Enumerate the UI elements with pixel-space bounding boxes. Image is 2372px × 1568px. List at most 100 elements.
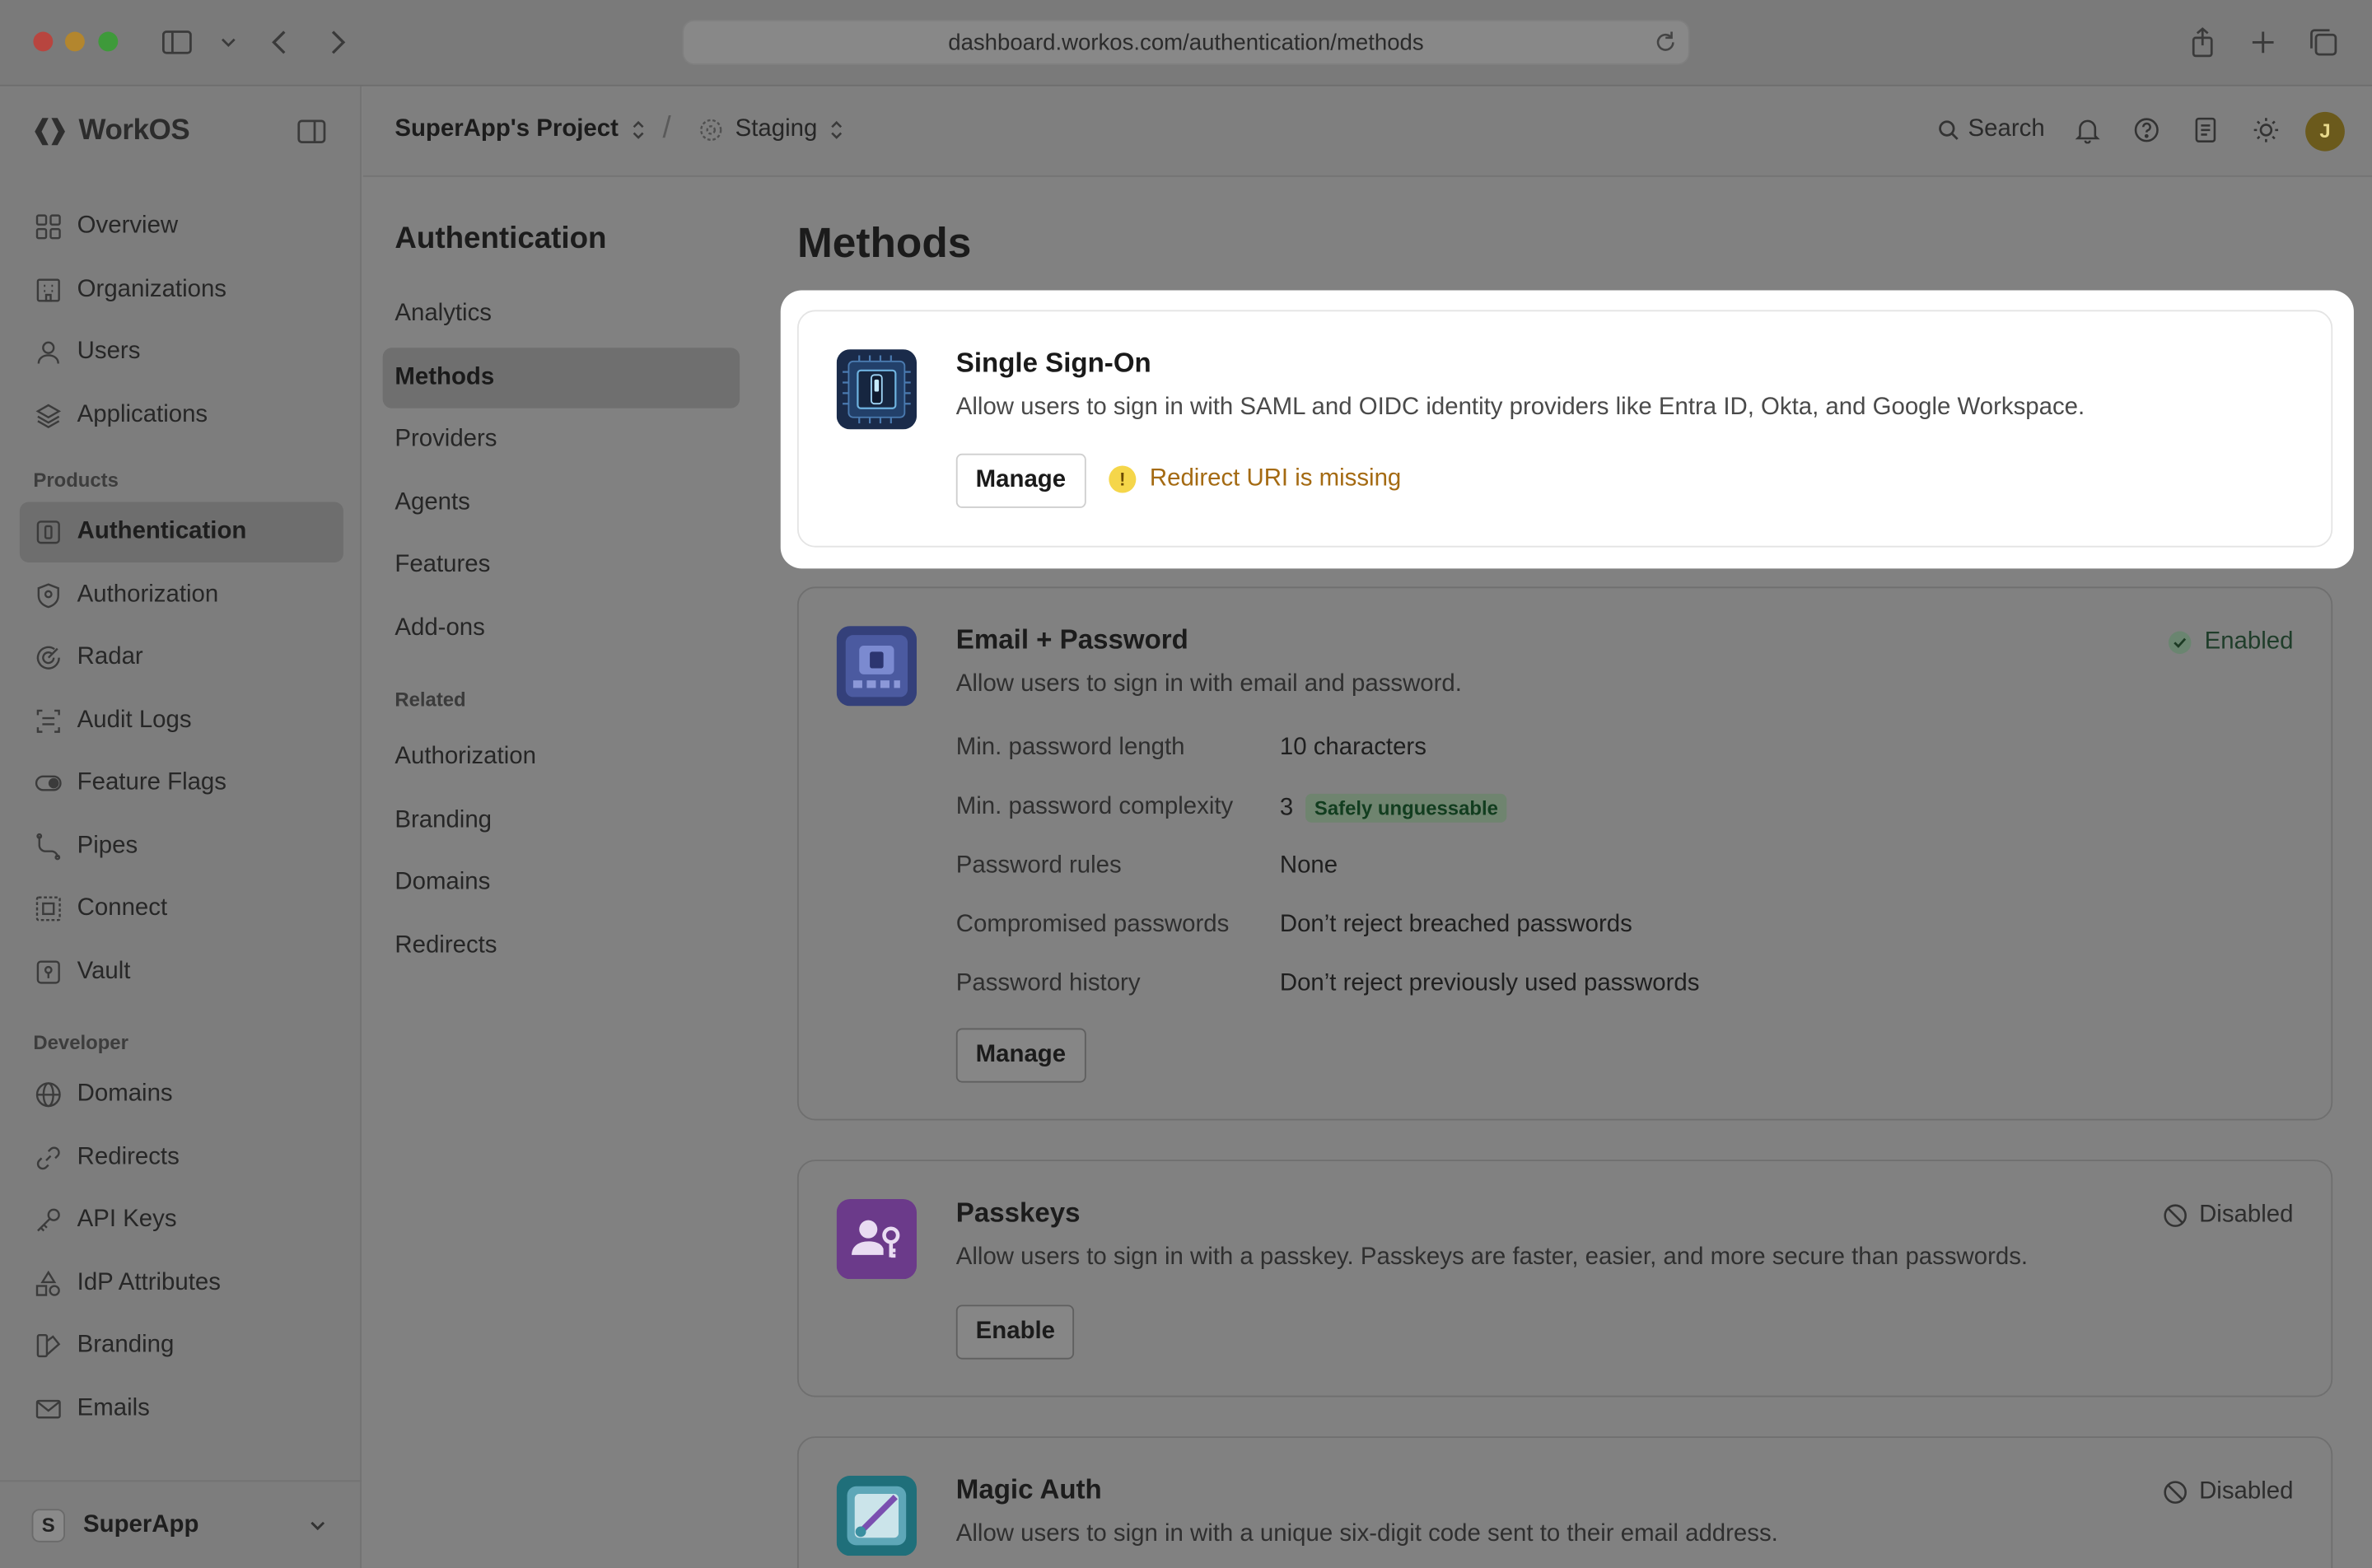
subnav-item-agents[interactable]: Agents bbox=[383, 473, 740, 533]
sidebar-item-applications[interactable]: Applications bbox=[20, 385, 343, 445]
manage-email-password-button[interactable]: Manage bbox=[955, 1028, 1086, 1083]
environment-name: Staging bbox=[735, 116, 818, 142]
sidebar-item-label: Domains bbox=[77, 1080, 173, 1107]
key-icon bbox=[35, 1206, 62, 1234]
project-switcher[interactable]: SuperApp's Project bbox=[395, 116, 646, 143]
sidebar-item-branding[interactable]: Branding bbox=[20, 1315, 343, 1375]
globe-icon bbox=[35, 1081, 62, 1108]
pipes-icon bbox=[35, 832, 62, 860]
card-description: Allow users to sign in with email and pa… bbox=[955, 671, 1462, 698]
sidebar-item-label: Audit Logs bbox=[77, 707, 192, 733]
search-button[interactable]: Search bbox=[1938, 116, 2045, 143]
redirect-uri-warning[interactable]: ! Redirect URI is missing bbox=[1109, 465, 1401, 493]
tab-overview-icon[interactable] bbox=[2307, 26, 2340, 58]
setting-row: Min. password complexity 3 Safely unguess… bbox=[956, 793, 1507, 823]
chevron-down-icon[interactable] bbox=[212, 26, 236, 58]
brand-name: WorkOS bbox=[78, 114, 190, 147]
sidebar-item-authorization[interactable]: Authorization bbox=[20, 565, 343, 625]
sidebar-item-audit-logs[interactable]: Audit Logs bbox=[20, 690, 343, 750]
shield-icon bbox=[35, 581, 62, 609]
sidebar-item-feature-flags[interactable]: Feature Flags bbox=[20, 753, 343, 813]
workspace-switcher[interactable]: S SuperApp bbox=[0, 1480, 362, 1567]
subnav-item-domains[interactable]: Domains bbox=[383, 853, 740, 913]
sidebar-item-pipes[interactable]: Pipes bbox=[20, 816, 343, 876]
collapse-sidebar-icon[interactable] bbox=[296, 118, 327, 145]
sidebar-item-redirects[interactable]: Redirects bbox=[20, 1127, 343, 1188]
status-badge: Enabled bbox=[2169, 629, 2293, 656]
chevron-down-icon bbox=[311, 1521, 325, 1531]
share-icon[interactable] bbox=[2186, 26, 2219, 58]
page-title: Methods bbox=[796, 219, 972, 267]
subnav-item-providers[interactable]: Providers bbox=[383, 410, 740, 470]
subnav-item-branding[interactable]: Branding bbox=[383, 790, 740, 850]
enable-passkeys-button[interactable]: Enable bbox=[955, 1304, 1075, 1360]
sidebar-item-label: Overview bbox=[77, 212, 179, 240]
setting-label: Compromised passwords bbox=[955, 912, 1230, 938]
related-section-label: Related bbox=[395, 688, 466, 711]
search-icon bbox=[1939, 120, 1959, 140]
sidebar-item-label: Authorization bbox=[77, 581, 219, 608]
section-title: Authentication bbox=[395, 222, 607, 256]
sidebar-item-radar[interactable]: Radar bbox=[20, 628, 343, 688]
theme-sun-icon[interactable] bbox=[2253, 116, 2280, 143]
project-name: SuperApp's Project bbox=[395, 116, 619, 142]
forward-icon[interactable] bbox=[320, 26, 353, 58]
sidebar-toggle-icon[interactable] bbox=[161, 26, 194, 58]
card-title: Email + Password bbox=[955, 624, 1188, 655]
sidebar-item-api-keys[interactable]: API Keys bbox=[20, 1190, 343, 1250]
subnav-item-analytics[interactable]: Analytics bbox=[383, 284, 740, 344]
sidebar-item-overview[interactable]: Overview bbox=[20, 197, 343, 257]
help-icon[interactable] bbox=[2133, 116, 2160, 143]
back-icon[interactable] bbox=[264, 26, 296, 58]
setting-value: 3 bbox=[1279, 794, 1294, 821]
user-avatar[interactable]: J bbox=[2305, 111, 2345, 152]
address-bar[interactable]: dashboard.workos.com/authentication/meth… bbox=[682, 19, 1690, 65]
sidebar-item-label: Authentication bbox=[77, 518, 247, 544]
status-badge: Disabled bbox=[2163, 1479, 2293, 1506]
environment-switcher[interactable]: Staging bbox=[699, 116, 845, 143]
section-nav: Authentication Analytics Methods Provide… bbox=[382, 177, 740, 978]
breadcrumb-separator: / bbox=[662, 111, 671, 146]
manage-sso-button[interactable]: Manage bbox=[955, 453, 1086, 508]
sidebar-item-label: API Keys bbox=[77, 1206, 177, 1233]
sidebar-item-domains[interactable]: Domains bbox=[20, 1065, 343, 1125]
sidebar-item-label: Emails bbox=[77, 1394, 150, 1421]
sidebar-item-users[interactable]: Users bbox=[20, 322, 343, 382]
status-label: Disabled bbox=[2199, 1478, 2294, 1505]
sidebar-item-authentication[interactable]: Authentication bbox=[19, 502, 343, 562]
sidebar: WorkOS Overview Organizations Users Appl… bbox=[0, 86, 362, 1568]
status-badge: Disabled bbox=[2163, 1202, 2293, 1230]
environment-icon bbox=[700, 119, 722, 142]
maximize-window-button[interactable] bbox=[98, 31, 119, 52]
close-window-button[interactable] bbox=[33, 31, 54, 52]
subnav-item-features[interactable]: Features bbox=[383, 535, 740, 595]
search-label: Search bbox=[1968, 116, 2045, 142]
reload-icon[interactable] bbox=[1652, 29, 1679, 56]
sso-chip-icon bbox=[836, 349, 918, 430]
workos-logo[interactable]: WorkOS bbox=[33, 114, 190, 148]
sidebar-item-idp-attributes[interactable]: IdP Attributes bbox=[20, 1253, 343, 1313]
sidebar-item-organizations[interactable]: Organizations bbox=[20, 259, 343, 320]
setting-row: Min. password length 10 characters bbox=[956, 735, 1426, 762]
sidebar-item-connect[interactable]: Connect bbox=[20, 879, 343, 939]
subnav-item-redirects[interactable]: Redirects bbox=[383, 916, 740, 976]
warning-icon: ! bbox=[1109, 465, 1137, 493]
sidebar-item-label: Vault bbox=[77, 958, 131, 984]
building-icon bbox=[35, 276, 62, 303]
setting-row: Password rules None bbox=[956, 853, 1338, 880]
sidebar-item-vault[interactable]: Vault bbox=[20, 941, 343, 1001]
sidebar-item-emails[interactable]: Emails bbox=[20, 1379, 343, 1439]
new-tab-icon[interactable] bbox=[2246, 26, 2279, 58]
minimize-window-button[interactable] bbox=[64, 31, 85, 52]
auth-icon bbox=[35, 519, 62, 546]
subnav-item-authorization[interactable]: Authorization bbox=[383, 727, 740, 787]
disabled-circle-icon bbox=[2163, 1204, 2187, 1227]
subnav-item-add-ons[interactable]: Add-ons bbox=[383, 598, 740, 658]
bell-icon[interactable] bbox=[2074, 116, 2101, 144]
docs-icon[interactable] bbox=[2192, 116, 2219, 143]
shapes-icon bbox=[35, 1269, 62, 1296]
subnav-item-methods[interactable]: Methods bbox=[382, 347, 740, 408]
sidebar-item-label: IdP Attributes bbox=[77, 1269, 221, 1295]
check-circle-icon bbox=[2169, 631, 2192, 655]
top-header: SuperApp's Project / Staging Search J bbox=[362, 86, 2372, 177]
